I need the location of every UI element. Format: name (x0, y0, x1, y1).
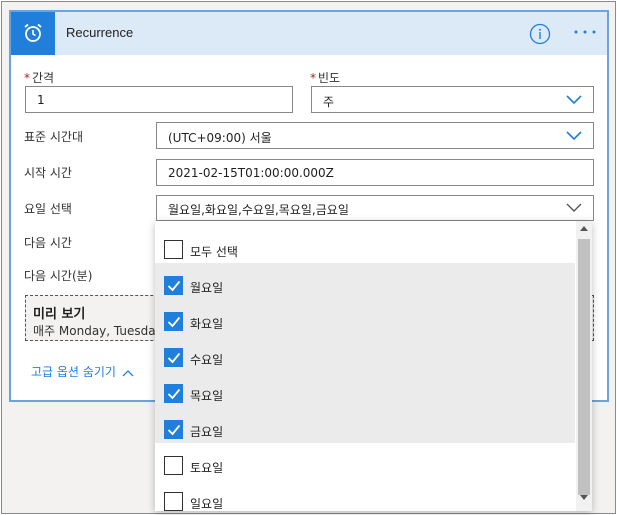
trigger-icon-box (11, 12, 55, 55)
next-hours-label: 다음 시간 (24, 236, 72, 250)
checkbox[interactable] (164, 420, 183, 439)
weekday-dropdown[interactable]: 월요일,화요일,수요일,목요일,금요일 (156, 195, 594, 221)
more-options-icon[interactable] (572, 22, 598, 42)
card-header[interactable]: Recurrence (11, 12, 607, 55)
timezone-value: (UTC+09:00) 서울 (168, 131, 272, 145)
checkmark-icon (167, 280, 181, 292)
info-icon[interactable] (529, 23, 551, 45)
weekday-option[interactable]: 토요일 (155, 443, 575, 479)
checkbox[interactable] (164, 240, 183, 259)
weekday-option[interactable]: 금요일 (155, 407, 575, 443)
weekday-option-label: 모두 선택 (190, 245, 238, 259)
checkbox[interactable] (164, 276, 183, 295)
weekday-option[interactable]: 수요일 (155, 335, 575, 371)
frequency-dropdown[interactable]: 주 (311, 86, 594, 113)
checkbox[interactable] (164, 384, 183, 403)
weekday-option[interactable]: 모두 선택 (155, 227, 575, 263)
interval-label: * 간격 (24, 71, 55, 85)
chevron-down-icon (566, 203, 582, 212)
weekday-option-label: 목요일 (190, 389, 224, 403)
timezone-label: 표준 시간대 (24, 130, 84, 144)
frequency-value: 주 (323, 95, 335, 109)
start-time-label: 시작 시간 (24, 166, 72, 180)
scrollbar-thumb[interactable] (578, 239, 590, 495)
frequency-label: * 빈도 (310, 71, 341, 85)
checkbox[interactable] (164, 312, 183, 331)
preview-text: 매주 Monday, Tuesday, (33, 324, 167, 338)
timezone-dropdown[interactable]: (UTC+09:00) 서울 (156, 122, 594, 149)
scrollbar[interactable] (576, 221, 592, 511)
checkmark-icon (167, 316, 181, 328)
preview-title: 미리 보기 (33, 307, 86, 322)
checkmark-icon (167, 388, 181, 400)
start-time-input[interactable]: 2021-02-15T01:00:00.000Z (156, 159, 594, 186)
checkbox[interactable] (164, 456, 183, 475)
weekday-dropdown-panel: 모두 선택월요일화요일수요일목요일금요일토요일일요일 (155, 221, 592, 511)
weekday-option[interactable]: 화요일 (155, 299, 575, 335)
card-title: Recurrence (66, 25, 134, 40)
chevron-down-icon (566, 131, 582, 141)
hide-advanced-options-link[interactable]: 고급 옵션 숨기기 (31, 363, 134, 380)
checkbox[interactable] (164, 348, 183, 367)
checkmark-icon (167, 352, 181, 364)
alarm-clock-icon (24, 23, 42, 42)
weekday-value: 월요일,화요일,수요일,목요일,금요일 (168, 203, 349, 217)
weekday-label: 요일 선택 (24, 202, 72, 216)
weekday-option[interactable]: 월요일 (155, 263, 575, 299)
chevron-up-icon (122, 369, 134, 376)
start-time-value: 2021-02-15T01:00:00.000Z (168, 166, 334, 180)
weekday-option-label: 화요일 (190, 317, 224, 331)
weekday-option-label: 일요일 (190, 497, 224, 511)
weekday-option-label: 수요일 (190, 353, 224, 367)
advanced-link-label: 고급 옵션 숨기기 (31, 365, 116, 379)
weekday-option[interactable]: 목요일 (155, 371, 575, 407)
weekday-option-label: 월요일 (190, 281, 224, 295)
weekday-option[interactable]: 일요일 (155, 479, 575, 511)
interval-input[interactable]: 1 (25, 86, 293, 113)
next-minutes-label: 다음 시간(분) (24, 269, 93, 283)
checkbox[interactable] (164, 492, 183, 511)
weekday-option-label: 금요일 (190, 425, 224, 439)
scroll-up-arrow-icon[interactable] (580, 225, 588, 231)
chevron-down-icon (566, 95, 582, 105)
weekday-option-label: 토요일 (190, 461, 224, 475)
scroll-down-arrow-icon[interactable] (580, 495, 588, 501)
interval-value: 1 (37, 93, 45, 107)
checkmark-icon (167, 424, 181, 436)
